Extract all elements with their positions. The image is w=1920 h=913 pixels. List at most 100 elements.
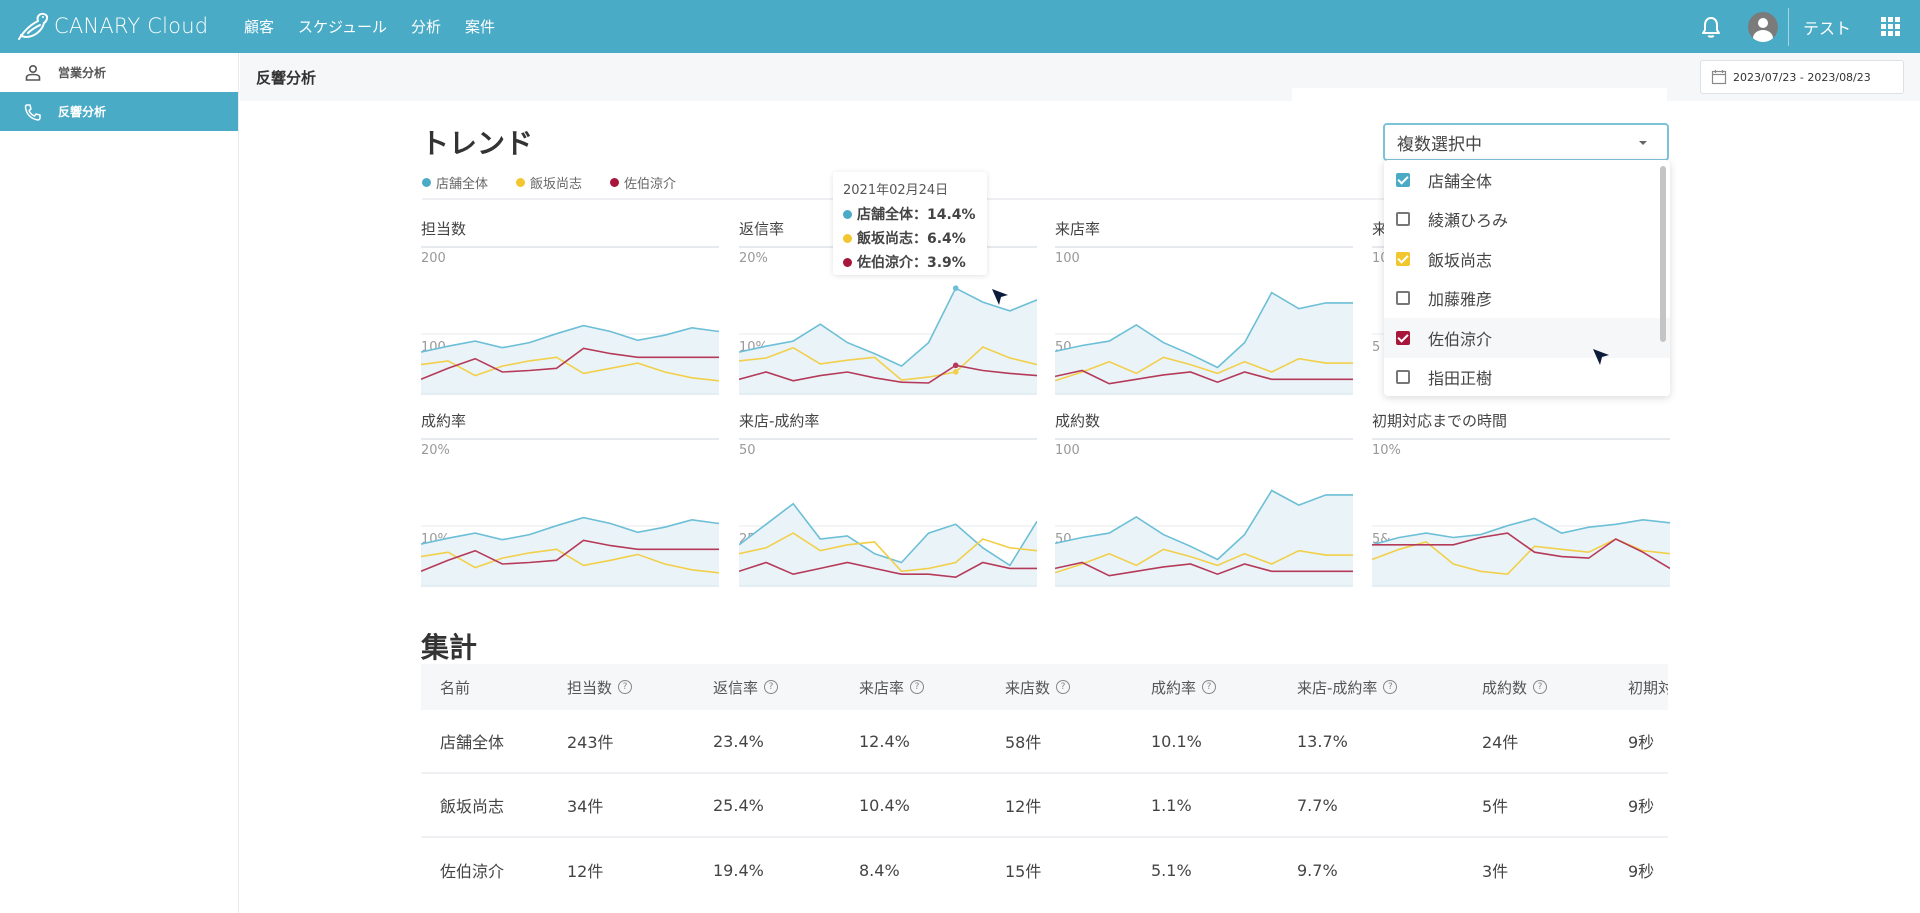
scrollbar[interactable] — [1660, 166, 1666, 342]
nav-customers[interactable]: 顧客 — [244, 16, 274, 37]
sidebar-item-label: 営業分析 — [58, 66, 107, 80]
dropdown-option[interactable]: 綾瀬ひろみ — [1384, 200, 1670, 240]
member-select[interactable]: 複数選択中 — [1383, 123, 1669, 161]
tooltip-row: 店舗全体：14.4% — [843, 202, 977, 226]
y-tick-label: 50 — [739, 443, 756, 458]
date-range-picker[interactable]: 2023/07/23 - 2023/08/23 — [1700, 60, 1904, 94]
help-icon[interactable]: ? — [1383, 680, 1398, 694]
select-value: 複数選択中 — [1397, 134, 1482, 155]
column-header[interactable]: 返信率? — [694, 677, 840, 698]
column-header[interactable]: 名前 — [421, 677, 548, 698]
dropdown-option[interactable]: 指田正樹 — [1384, 358, 1670, 397]
column-header[interactable]: 来店-成約率? — [1278, 677, 1463, 698]
page-header: 反響分析 2023/07/23 - 2023/08/23 — [240, 53, 1920, 101]
help-icon[interactable]: ? — [618, 680, 633, 694]
table-cell: 24件 — [1482, 733, 1519, 752]
checkbox[interactable] — [1396, 212, 1410, 227]
column-header[interactable]: 初期対 — [1609, 677, 1668, 698]
dropdown-option[interactable]: 飯坂尚志 — [1384, 239, 1670, 279]
column-header-label: 来店数 — [1005, 678, 1051, 697]
column-header-label: 成約数 — [1482, 678, 1528, 697]
trend-chart[interactable]: 初期対応までの時間 10% 5& — [1372, 410, 1670, 587]
option-label: 綾瀬ひろみ — [1428, 211, 1509, 231]
table-row[interactable]: 店舗全体 243件 23.4% 12.4% 58件 10.1% 13.7% 24件 9秒 — [421, 710, 1668, 774]
option-label: 指田正樹 — [1428, 369, 1493, 389]
avatar[interactable] — [1747, 11, 1778, 42]
chart-plot: 20%10% — [421, 438, 719, 587]
checkbox[interactable] — [1396, 330, 1410, 345]
trend-chart[interactable]: 来店-成約率 5025 — [739, 410, 1037, 587]
chart-tooltip: 2021年02月24日 店舗全体：14.4% 飯坂尚志：6.4% 佐伯涼介：3.… — [833, 172, 987, 275]
chart-title: 来店率 — [1055, 220, 1101, 238]
canary-bird-icon — [18, 12, 49, 40]
table-cell: 5.1% — [1151, 860, 1192, 880]
y-tick-label: 200 — [421, 251, 446, 266]
phone-icon — [24, 103, 41, 121]
summary-table: 名前 担当数? 返信率? 来店率? 来店数? 成約率? 来店-成約率? 成約数? 初期対 店舗全体… — [421, 664, 1668, 902]
trend-legend: 店舗全体 飯坂尚志 佐伯涼介 — [422, 173, 676, 192]
tooltip-value: 店舗全体：14.4% — [857, 207, 976, 223]
sidebar-item-response-analysis[interactable]: 反響分析 — [0, 92, 238, 131]
column-header-label: 初期対 — [1628, 678, 1668, 697]
logo[interactable]: CANARY Cloud — [16, 10, 208, 42]
panel-edge — [1292, 88, 1667, 101]
column-header-label: 名前 — [440, 678, 471, 697]
checkbox[interactable] — [1396, 370, 1410, 385]
series-area — [739, 503, 1037, 586]
legend-item: 飯坂尚志 — [516, 173, 582, 192]
y-tick-label: 20% — [421, 443, 450, 458]
y-tick-label: 100 — [1055, 443, 1080, 458]
column-header[interactable]: 来店数? — [986, 677, 1132, 698]
apps-grid-icon[interactable] — [1881, 17, 1900, 36]
trend-chart[interactable]: 来店率 100 50 — [1055, 218, 1353, 395]
nav-deals[interactable]: 案件 — [465, 16, 495, 37]
nav-schedule[interactable]: スケジュール — [298, 16, 387, 37]
trend-chart[interactable]: 成約数 100 50 — [1055, 410, 1353, 587]
sidebar: 営業分析 反響分析 — [0, 53, 239, 913]
y-tick-label: 100 — [1055, 251, 1080, 266]
dropdown-option[interactable]: 加藤雅彦 — [1384, 279, 1670, 319]
table-cell: 9.7% — [1297, 860, 1338, 880]
table-cell: 58件 — [1005, 733, 1042, 752]
legend-item: 佐伯涼介 — [610, 173, 676, 192]
help-icon[interactable]: ? — [1533, 680, 1548, 694]
trend-chart[interactable]: 成約率 20% 10% — [421, 410, 719, 587]
legend-dot — [422, 178, 431, 187]
column-header[interactable]: 成約率? — [1132, 677, 1278, 698]
option-label: 飯坂尚志 — [1428, 250, 1493, 270]
chart-plot: 5025 — [739, 438, 1037, 587]
series-area — [421, 517, 719, 586]
tooltip-date: 2021年02月24日 — [843, 183, 949, 198]
column-header[interactable]: 担当数? — [548, 677, 694, 698]
sidebar-item-sales-analysis[interactable]: 営業分析 — [0, 53, 238, 92]
column-header-label: 返信率 — [713, 678, 759, 697]
dropdown-option[interactable]: 店舗全体 — [1384, 160, 1670, 200]
table-cell: 25.4% — [713, 795, 764, 815]
help-icon[interactable]: ? — [1202, 680, 1217, 694]
help-icon[interactable]: ? — [1056, 680, 1071, 694]
table-cell: 9秒 — [1628, 733, 1655, 752]
tooltip-row: 飯坂尚志：6.4% — [843, 226, 977, 250]
option-label: 店舗全体 — [1428, 171, 1493, 191]
table-row[interactable]: 佐伯涼介 12件 19.4% 8.4% 15件 5.1% 9.7% 3件 9秒 — [421, 838, 1668, 902]
chart-title: 担当数 — [421, 220, 467, 238]
user-name[interactable]: テスト — [1803, 15, 1851, 39]
help-icon[interactable]: ? — [910, 680, 925, 694]
checkbox[interactable] — [1396, 251, 1410, 266]
column-header[interactable]: 成約数? — [1463, 677, 1609, 698]
help-icon[interactable]: ? — [764, 680, 779, 694]
checkbox[interactable] — [1396, 291, 1410, 306]
table-row[interactable]: 飯坂尚志 34件 25.4% 10.4% 12件 1.1% 7.7% 5件 9秒 — [421, 774, 1668, 838]
calendar-icon — [1711, 70, 1727, 85]
mouse-cursor-icon — [992, 289, 1008, 305]
table-header: 名前 担当数? 返信率? 来店率? 来店数? 成約率? 来店-成約率? 成約数? 初期対 — [421, 664, 1668, 710]
checkbox[interactable] — [1396, 172, 1410, 187]
table-cell: 8.4% — [859, 860, 900, 880]
trend-chart[interactable]: 担当数 200 100 — [421, 218, 719, 395]
table-cell: 飯坂尚志 — [440, 797, 505, 816]
column-header[interactable]: 来店率? — [840, 677, 986, 698]
dropdown-option[interactable]: 佐伯涼介 — [1384, 318, 1670, 358]
nav-analysis[interactable]: 分析 — [411, 16, 441, 37]
divider — [1787, 7, 1789, 46]
bell-icon[interactable] — [1700, 15, 1722, 39]
